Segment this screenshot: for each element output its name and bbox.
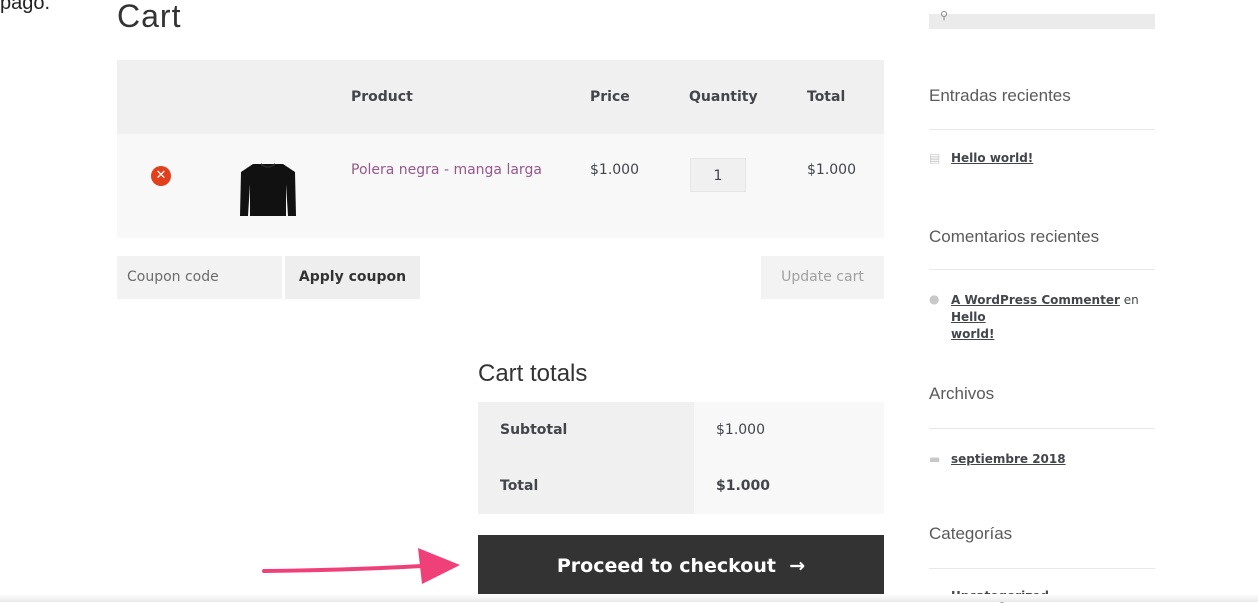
recent-comment: A WordPress Commenter en Hello world! <box>951 292 1151 343</box>
comment-joiner: en <box>1123 293 1139 307</box>
widget-title-recent-comments: Comentarios recientes <box>929 227 1100 246</box>
comment-author-link[interactable]: A WordPress Commenter <box>951 293 1120 307</box>
arrow-right-icon: → <box>782 555 806 577</box>
sidebar-search-input[interactable] <box>929 14 1155 29</box>
cart-totals-title: Cart totals <box>478 360 588 387</box>
subtotal-label: Subtotal <box>500 422 568 438</box>
divider <box>929 568 1155 569</box>
widget-title-categories: Categorías <box>929 524 1013 543</box>
coupon-code-input[interactable]: Coupon code <box>117 256 282 299</box>
cart-item-row <box>117 134 884 238</box>
search-icon: ⚲ <box>940 9 949 22</box>
annotation-arrow-icon <box>262 548 460 584</box>
overlay-snippet-text: pago. <box>0 0 51 14</box>
header-total: Total <box>807 89 846 105</box>
header-product: Product <box>351 89 413 105</box>
divider <box>929 269 1155 270</box>
remove-icon[interactable]: ✕ <box>151 166 171 186</box>
archive-link[interactable]: septiembre 2018 <box>951 452 1066 466</box>
cart-table-header <box>117 60 884 134</box>
product-name-link[interactable]: Polera negra - manga larga <box>351 162 542 178</box>
page-title: Cart <box>117 0 182 34</box>
divider <box>929 428 1155 429</box>
folder-icon: ▬ <box>929 452 941 466</box>
product-price: $1.000 <box>590 162 639 178</box>
update-cart-button[interactable]: Update cart <box>761 256 884 299</box>
product-thumbnail[interactable] <box>239 160 297 218</box>
comment-post-link[interactable]: Hello <box>951 310 986 324</box>
checkout-label: Proceed to checkout <box>556 555 776 577</box>
total-value: $1.000 <box>716 478 771 494</box>
apply-coupon-button[interactable]: Apply coupon <box>285 256 420 299</box>
product-total: $1.000 <box>807 162 856 178</box>
comment-post-link-cont[interactable]: world! <box>951 327 994 341</box>
header-quantity: Quantity <box>689 89 758 105</box>
document-icon: ▤ <box>929 151 941 165</box>
widget-title-recent-posts: Entradas recientes <box>929 86 1071 105</box>
divider <box>929 129 1155 130</box>
comment-icon: ● <box>929 292 940 306</box>
total-label: Total <box>500 478 539 494</box>
quantity-input[interactable]: 1 <box>690 158 746 192</box>
proceed-to-checkout-button[interactable]: Proceed to checkout → <box>478 535 884 597</box>
recent-post-link[interactable]: Hello world! <box>951 151 1033 165</box>
subtotal-value: $1.000 <box>716 422 765 438</box>
bottom-shadow <box>0 594 1258 602</box>
header-price: Price <box>590 89 630 105</box>
widget-title-archives: Archivos <box>929 384 995 403</box>
